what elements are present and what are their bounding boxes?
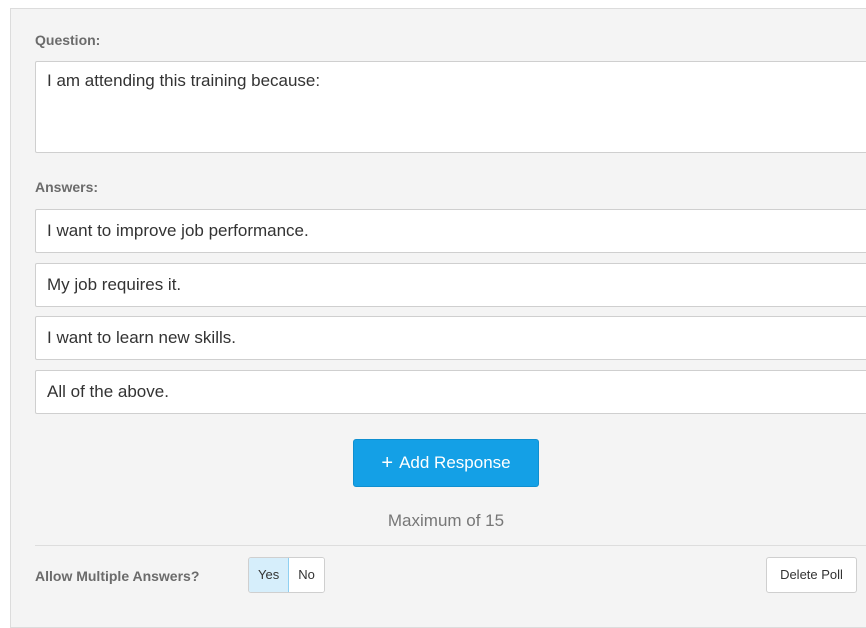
answer-field-1[interactable]: I want to improve job performance. — [35, 209, 866, 253]
add-response-label: Add Response — [399, 453, 511, 472]
allow-multiple-yes[interactable]: Yes — [249, 558, 290, 592]
allow-multiple-no[interactable]: No — [289, 558, 324, 592]
add-response-button[interactable]: + Add Response — [353, 439, 539, 487]
allow-multiple-label: Allow Multiple Answers? — [35, 568, 200, 584]
delete-poll-button[interactable]: Delete Poll — [766, 557, 857, 593]
answer-field-3[interactable]: I want to learn new skills. — [35, 316, 866, 360]
question-textarea[interactable]: I am attending this training because: — [35, 61, 866, 153]
poll-editor-panel: Question: I am attending this training b… — [10, 8, 866, 628]
allow-multiple-toggle: Yes No — [248, 557, 325, 593]
answer-field-4[interactable]: All of the above. — [35, 370, 866, 414]
maximum-responses-note: Maximum of 15 — [387, 511, 505, 530]
answer-field-2[interactable]: My job requires it. — [35, 263, 866, 307]
question-label: Question: — [35, 32, 101, 48]
answers-label: Answers: — [35, 179, 99, 195]
plus-icon: + — [381, 452, 394, 474]
divider — [35, 545, 866, 546]
